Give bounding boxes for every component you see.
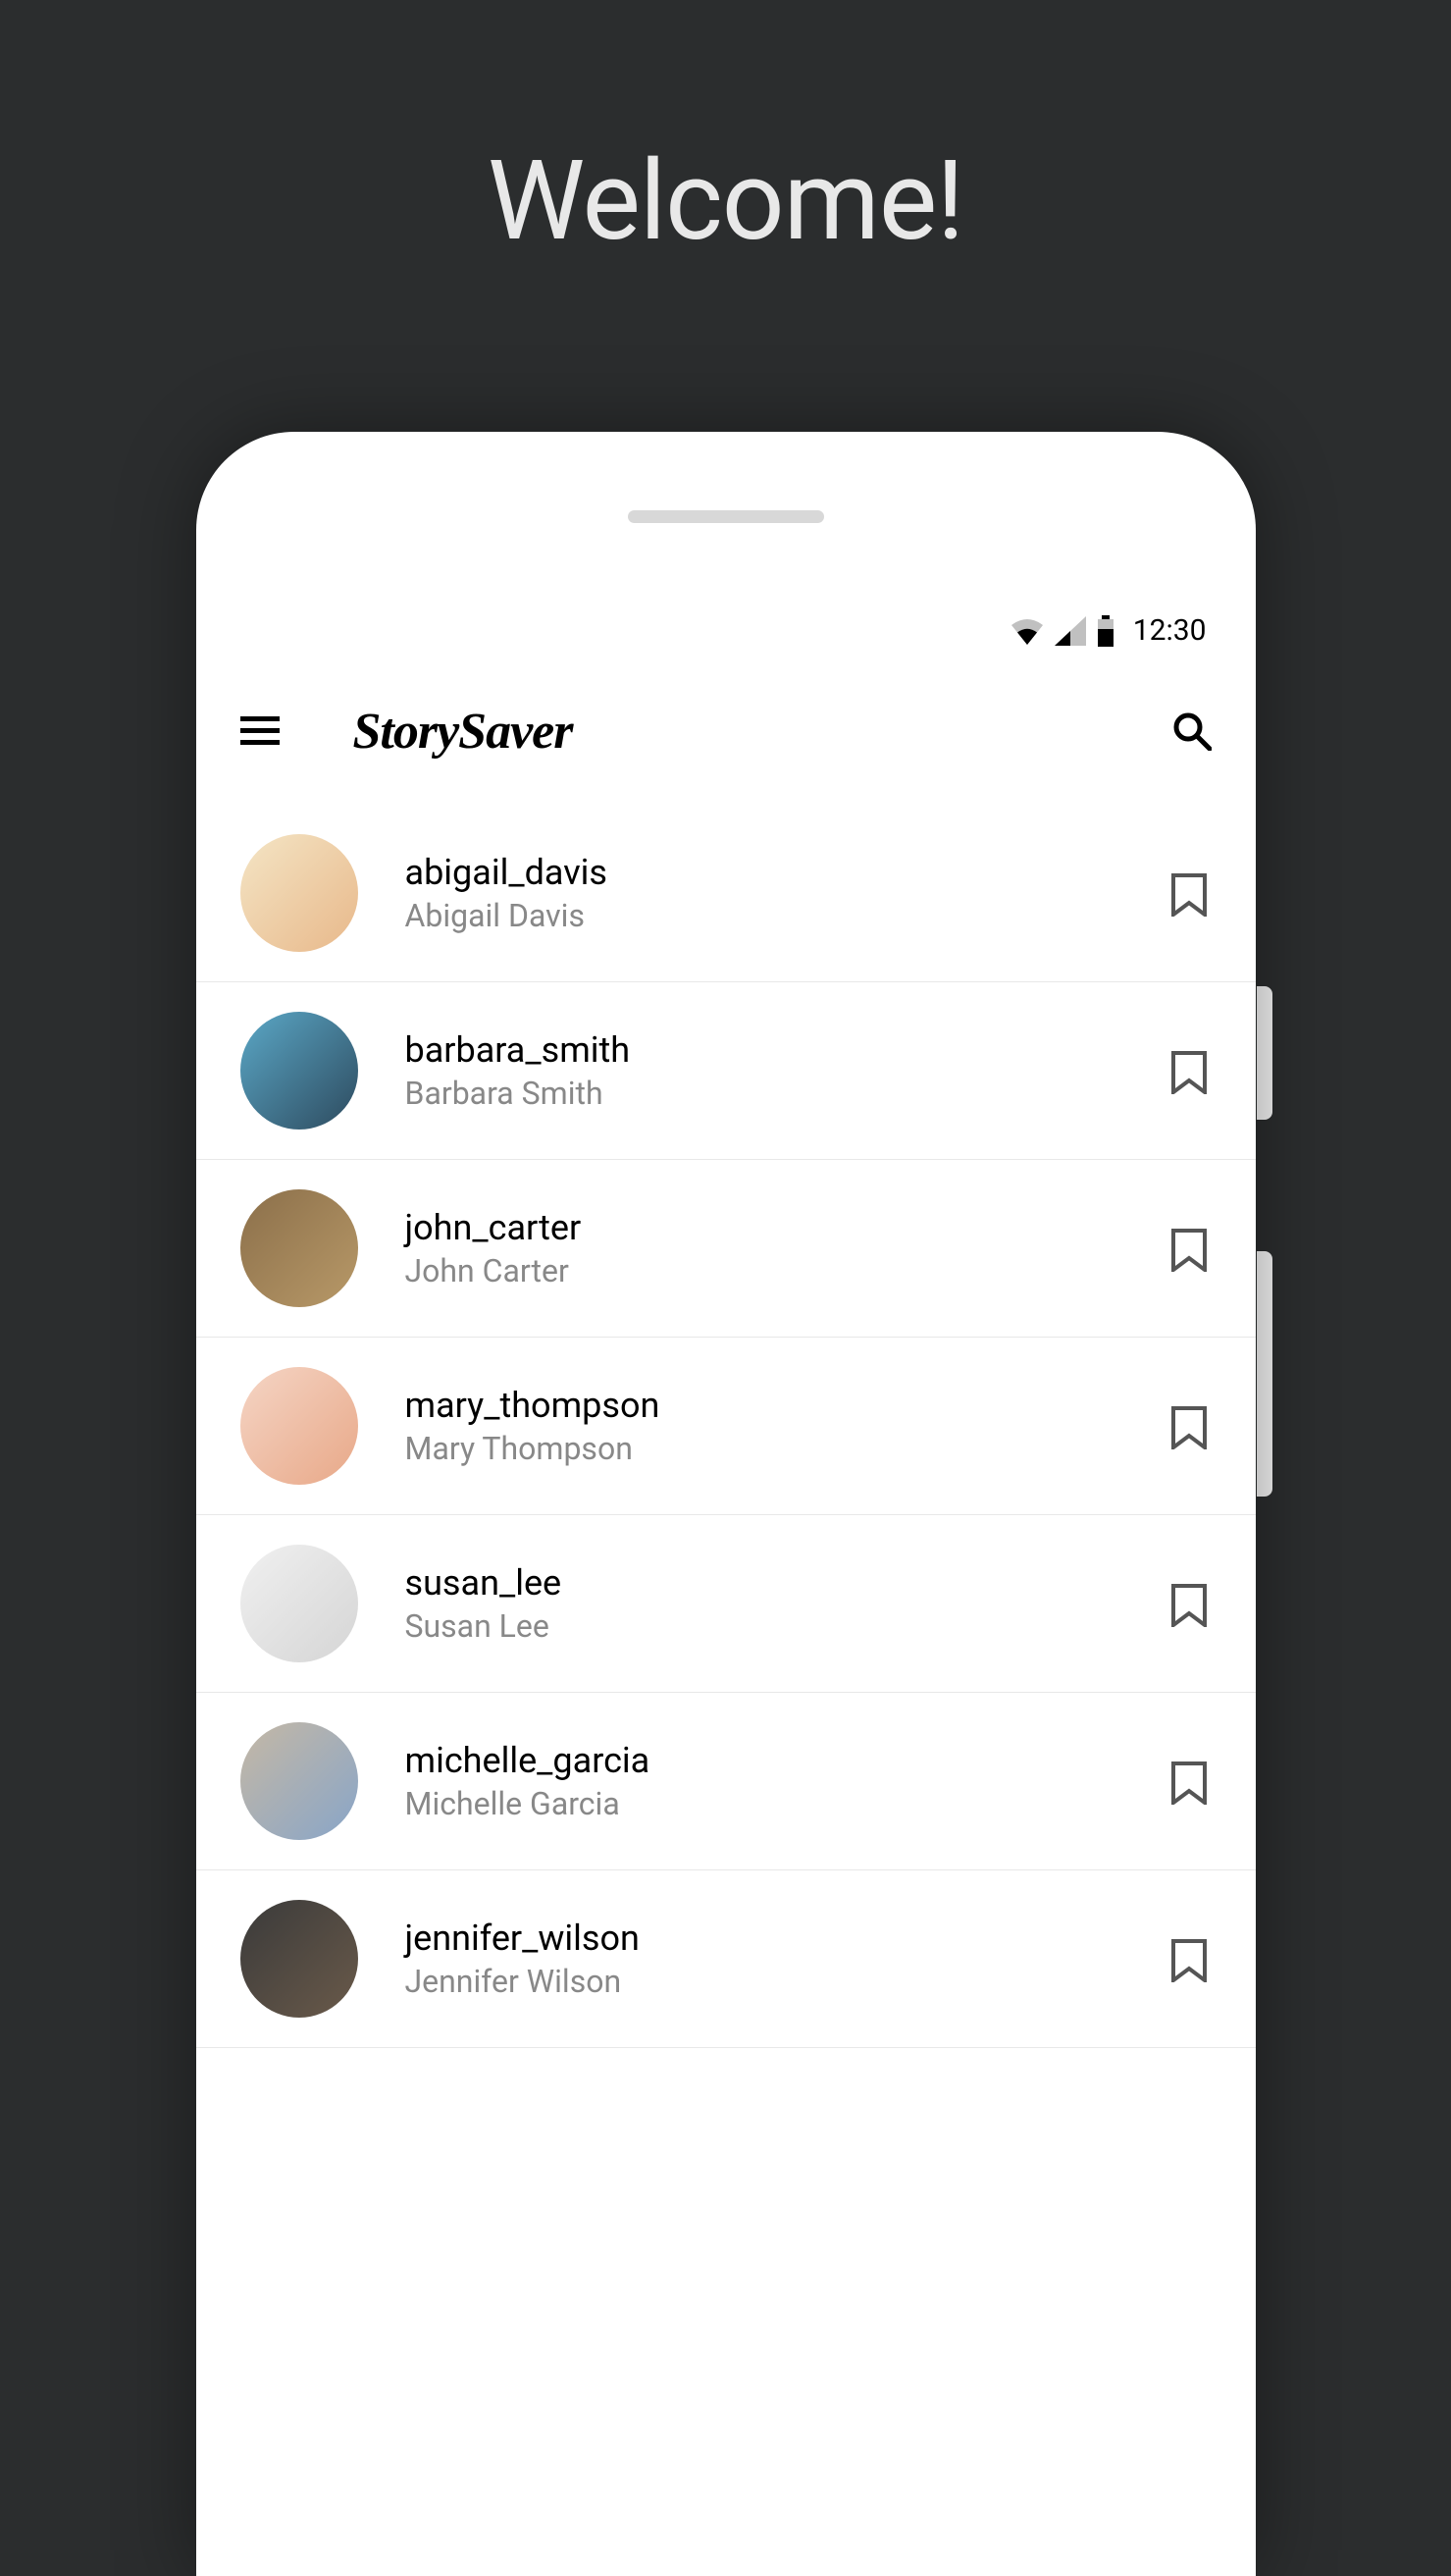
bookmark-icon[interactable]: [1171, 1229, 1207, 1272]
fullname: Michelle Garcia: [405, 1785, 1171, 1822]
phone-speaker: [628, 510, 824, 523]
user-item[interactable]: mary_thompson Mary Thompson: [196, 1338, 1256, 1515]
user-item[interactable]: barbara_smith Barbara Smith: [196, 982, 1256, 1160]
signal-icon: [1055, 616, 1086, 646]
username: michelle_garcia: [405, 1740, 1171, 1781]
bookmark-icon[interactable]: [1171, 1584, 1207, 1627]
avatar: [240, 1012, 358, 1130]
user-info: john_carter John Carter: [405, 1207, 1171, 1289]
avatar: [240, 1367, 358, 1485]
user-info: abigail_davis Abigail Davis: [405, 852, 1171, 934]
user-info: mary_thompson Mary Thompson: [405, 1385, 1171, 1467]
phone-side-button-bottom: [1257, 1251, 1272, 1497]
username: jennifer_wilson: [405, 1918, 1171, 1959]
avatar: [240, 1900, 358, 2018]
user-list: abigail_davis Abigail Davis barbara_smit…: [196, 805, 1256, 2048]
avatar: [240, 1722, 358, 1840]
username: abigail_davis: [405, 852, 1171, 893]
user-info: barbara_smith Barbara Smith: [405, 1029, 1171, 1112]
user-info: susan_lee Susan Lee: [405, 1562, 1171, 1645]
bookmark-icon[interactable]: [1171, 1939, 1207, 1982]
fullname: Susan Lee: [405, 1607, 1171, 1645]
user-item[interactable]: jennifer_wilson Jennifer Wilson: [196, 1870, 1256, 2048]
fullname: John Carter: [405, 1252, 1171, 1289]
phone-side-button-top: [1257, 986, 1272, 1120]
fullname: Mary Thompson: [405, 1430, 1171, 1467]
bookmark-icon[interactable]: [1171, 1406, 1207, 1449]
status-time: 12:30: [1133, 613, 1207, 648]
user-item[interactable]: michelle_garcia Michelle Garcia: [196, 1693, 1256, 1870]
user-item[interactable]: john_carter John Carter: [196, 1160, 1256, 1338]
battery-icon: [1096, 615, 1115, 647]
status-bar: 12:30: [1010, 613, 1207, 648]
username: mary_thompson: [405, 1385, 1171, 1426]
user-item[interactable]: abigail_davis Abigail Davis: [196, 805, 1256, 982]
avatar: [240, 834, 358, 952]
fullname: Barbara Smith: [405, 1075, 1171, 1112]
fullname: Jennifer Wilson: [405, 1963, 1171, 2000]
welcome-title: Welcome!: [0, 0, 1451, 266]
bookmark-icon[interactable]: [1171, 873, 1207, 917]
username: barbara_smith: [405, 1029, 1171, 1071]
bookmark-icon[interactable]: [1171, 1761, 1207, 1805]
username: john_carter: [405, 1207, 1171, 1248]
avatar: [240, 1189, 358, 1307]
phone-frame: 12:30 StorySaver abigail_davis Abigail D…: [196, 432, 1256, 2576]
menu-icon[interactable]: [240, 716, 280, 746]
fullname: Abigail Davis: [405, 897, 1171, 934]
user-info: michelle_garcia Michelle Garcia: [405, 1740, 1171, 1822]
bookmark-icon[interactable]: [1171, 1051, 1207, 1094]
search-icon[interactable]: [1172, 711, 1212, 751]
user-info: jennifer_wilson Jennifer Wilson: [405, 1918, 1171, 2000]
app-logo: StorySaver: [353, 703, 573, 761]
wifi-icon: [1010, 617, 1045, 645]
app-header: StorySaver: [196, 687, 1256, 775]
user-item[interactable]: susan_lee Susan Lee: [196, 1515, 1256, 1693]
avatar: [240, 1545, 358, 1662]
username: susan_lee: [405, 1562, 1171, 1603]
